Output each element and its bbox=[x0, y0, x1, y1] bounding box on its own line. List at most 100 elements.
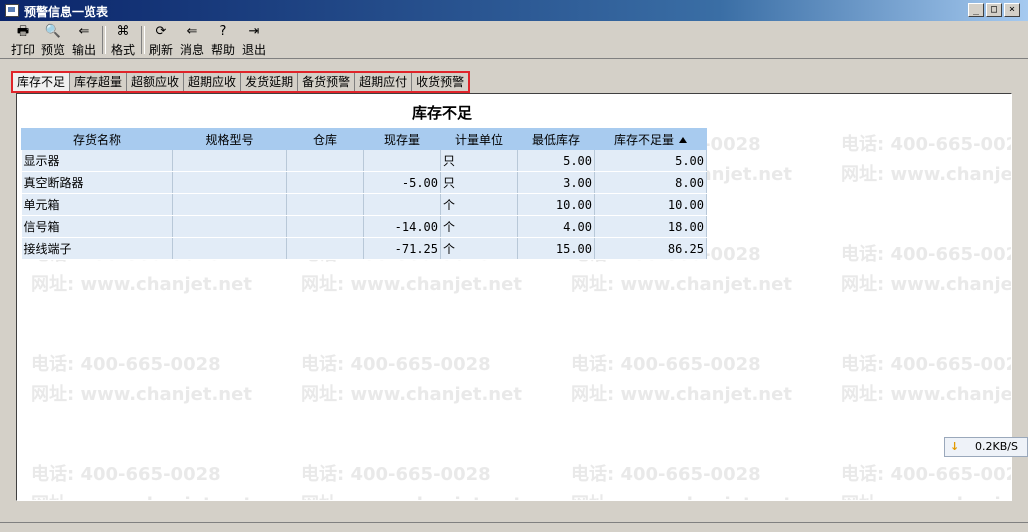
cell-unit: 只 bbox=[440, 171, 518, 194]
cell-min-stock: 5.00 bbox=[517, 149, 595, 172]
watermark-site: 网址: www.chanjet.net bbox=[841, 164, 1012, 185]
exit-label: 退出 bbox=[241, 43, 266, 57]
watermark-phone: 电话: 400-665-0028 bbox=[301, 464, 491, 485]
format-button[interactable]: ⌘ 格式 bbox=[108, 24, 138, 58]
stock-shortage-table: 存货名称 规格型号 仓库 现存量 计量单位 最低库存 库存不足量 显示器 只 5… bbox=[21, 128, 707, 260]
sort-ascending-icon bbox=[679, 136, 687, 143]
cell-spec-model bbox=[172, 237, 287, 260]
help-button[interactable]: ? 帮助 bbox=[208, 24, 238, 58]
watermark-site: 网址: www.chanjet.net bbox=[301, 490, 522, 500]
cell-spec-model bbox=[172, 171, 287, 194]
watermark-phone: 电话: 400-665-0028 bbox=[31, 354, 221, 375]
watermark-site: 网址: www.chanjet.net bbox=[571, 274, 792, 295]
watermark-phone: 电话: 400-665-0028 bbox=[301, 354, 491, 375]
watermark-phone: 电话: 400-665-0028 bbox=[571, 464, 761, 485]
cell-shortage-qty: 5.00 bbox=[594, 149, 707, 172]
cell-current-stock: -5.00 bbox=[363, 171, 441, 194]
col-shortage-label: 库存不足量 bbox=[613, 132, 674, 147]
message-label: 消息 bbox=[179, 43, 204, 57]
watermark-phone: 电话: 400-665-0028 bbox=[31, 464, 221, 485]
refresh-label: 刷新 bbox=[148, 43, 173, 57]
tab-overdue-receivable[interactable]: 超期应收 bbox=[184, 73, 242, 91]
maximize-button[interactable]: □ bbox=[986, 3, 1002, 17]
refresh-icon: ⟳ bbox=[155, 24, 167, 39]
toolbar-separator bbox=[141, 26, 145, 54]
cell-shortage-qty: 10.00 bbox=[594, 193, 707, 216]
exit-button[interactable]: ⇥ 退出 bbox=[239, 24, 269, 58]
exit-door-icon: ⇥ bbox=[248, 24, 260, 39]
watermark-site: 网址: www.chanjet.net bbox=[301, 384, 522, 405]
watermark-site: 网址: www.chanjet.net bbox=[571, 384, 792, 405]
table-row[interactable]: 单元箱 个 10.00 10.00 bbox=[21, 193, 707, 216]
watermark-site: 网址: www.chanjet.net bbox=[841, 274, 1012, 295]
col-min-stock[interactable]: 最低库存 bbox=[517, 128, 595, 150]
cell-item-name: 信号箱 bbox=[21, 215, 173, 238]
col-spec-model[interactable]: 规格型号 bbox=[172, 128, 287, 150]
preview-icon: 🔍 bbox=[44, 24, 62, 39]
print-button[interactable]: 🖶 打印 bbox=[8, 24, 38, 58]
cell-warehouse bbox=[286, 237, 364, 260]
toolbar: 🖶 打印 🔍 预览 ⇐ 输出 ⌘ 格式 ⟳ 刷新 ⇐ 消息 ? 帮助 ⇥ 退出 bbox=[0, 21, 1028, 59]
cell-warehouse bbox=[286, 171, 364, 194]
tab-shipment-delay[interactable]: 发货延期 bbox=[241, 73, 299, 91]
export-icon: ⇐ bbox=[78, 24, 90, 39]
tab-receiving-warning[interactable]: 收货预警 bbox=[412, 73, 469, 91]
watermark-site: 网址: www.chanjet.net bbox=[841, 384, 1012, 405]
close-button[interactable]: × bbox=[1004, 3, 1020, 17]
col-shortage-qty[interactable]: 库存不足量 bbox=[594, 128, 707, 150]
col-warehouse[interactable]: 仓库 bbox=[286, 128, 364, 150]
cell-unit: 个 bbox=[440, 237, 518, 260]
col-current-stock[interactable]: 现存量 bbox=[363, 128, 441, 150]
table-row[interactable]: 显示器 只 5.00 5.00 bbox=[21, 149, 707, 172]
watermark-phone: 电话: 400-665-0028 bbox=[841, 134, 1012, 155]
col-unit[interactable]: 计量单位 bbox=[440, 128, 518, 150]
watermark-site: 网址: www.chanjet.net bbox=[301, 274, 522, 295]
watermark-site: 网址: www.chanjet.net bbox=[841, 490, 1011, 500]
col-item-name[interactable]: 存货名称 bbox=[21, 128, 173, 150]
refresh-button[interactable]: ⟳ 刷新 bbox=[146, 24, 176, 58]
cell-warehouse bbox=[286, 193, 364, 216]
minimize-button[interactable]: _ bbox=[968, 3, 984, 17]
table-header-row: 存货名称 规格型号 仓库 现存量 计量单位 最低库存 库存不足量 bbox=[21, 128, 707, 150]
format-label: 格式 bbox=[110, 43, 135, 57]
cell-unit: 个 bbox=[440, 193, 518, 216]
network-speed-widget[interactable]: ↓ 0.2KB/S bbox=[944, 437, 1028, 457]
cell-warehouse bbox=[286, 215, 364, 238]
cell-min-stock: 4.00 bbox=[517, 215, 595, 238]
print-label: 打印 bbox=[10, 43, 35, 57]
table-row[interactable]: 信号箱 -14.00 个 4.00 18.00 bbox=[21, 215, 707, 238]
tab-over-receivable[interactable]: 超额应收 bbox=[127, 73, 185, 91]
cell-item-name: 真空断路器 bbox=[21, 171, 173, 194]
watermark-phone: 电话: 400-665-0028 bbox=[571, 354, 761, 375]
watermark-site: 网址: www.chanjet.net bbox=[31, 384, 252, 405]
tab-excess-stock[interactable]: 库存超量 bbox=[70, 73, 128, 91]
report-title: 库存不足 bbox=[411, 104, 472, 122]
cell-item-name: 单元箱 bbox=[21, 193, 173, 216]
title-bar: 预警信息一览表 _ □ × bbox=[0, 0, 1028, 21]
table-row[interactable]: 真空断路器 -5.00 只 3.00 8.00 bbox=[21, 171, 707, 194]
watermark-phone: 电话: 400-665-0028 bbox=[841, 354, 1012, 375]
cell-shortage-qty: 86.25 bbox=[594, 237, 707, 260]
help-label: 帮助 bbox=[210, 43, 235, 57]
watermark-phone: 电话: 400-665-0028 bbox=[841, 464, 1012, 485]
tab-overdue-payable[interactable]: 超期应付 bbox=[355, 73, 413, 91]
preview-button[interactable]: 🔍 预览 bbox=[38, 24, 68, 58]
warning-tabs: 库存不足 库存超量 超额应收 超期应收 发货延期 备货预警 超期应付 收货预警 bbox=[11, 71, 471, 93]
message-button[interactable]: ⇐ 消息 bbox=[177, 24, 207, 58]
cell-warehouse bbox=[286, 149, 364, 172]
download-arrow-icon: ↓ bbox=[950, 440, 960, 453]
export-label: 输出 bbox=[71, 43, 96, 57]
tab-stock-prep-warning[interactable]: 备货预警 bbox=[298, 73, 356, 91]
table-row[interactable]: 接线端子 -71.25 个 15.00 86.25 bbox=[21, 237, 707, 260]
cell-current-stock bbox=[363, 193, 441, 216]
watermark-phone: 电话: 400-665-0028 bbox=[841, 244, 1012, 265]
cell-min-stock: 10.00 bbox=[517, 193, 595, 216]
watermark-site: 网址: www.chanjet.net bbox=[31, 274, 252, 295]
cell-unit: 只 bbox=[440, 149, 518, 172]
cell-item-name: 接线端子 bbox=[21, 237, 173, 260]
cell-shortage-qty: 8.00 bbox=[594, 171, 707, 194]
printer-icon: 🖶 bbox=[16, 24, 30, 39]
export-button[interactable]: ⇐ 输出 bbox=[69, 24, 99, 58]
tab-insufficient-stock[interactable]: 库存不足 bbox=[13, 73, 71, 91]
cell-item-name: 显示器 bbox=[21, 149, 173, 172]
